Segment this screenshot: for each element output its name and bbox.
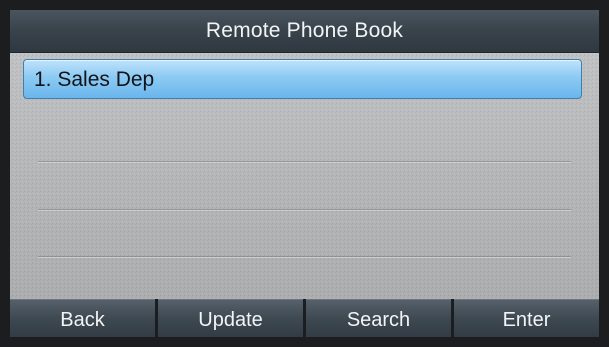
phone-book-list: 1. Sales Dep [10, 53, 599, 293]
list-separator [38, 256, 571, 257]
list-item-sales-dep[interactable]: 1. Sales Dep [23, 59, 582, 99]
back-button[interactable]: Back [10, 299, 155, 337]
phone-screen: Remote Phone Book 1. Sales Dep Back Upda… [10, 10, 599, 337]
phone-bezel: Remote Phone Book 1. Sales Dep Back Upda… [0, 0, 609, 347]
page-title: Remote Phone Book [10, 10, 599, 53]
update-button[interactable]: Update [158, 299, 303, 337]
search-button[interactable]: Search [306, 299, 451, 337]
list-separator [38, 209, 571, 210]
enter-button[interactable]: Enter [454, 299, 599, 337]
list-separator [38, 161, 571, 162]
softkey-bar: Back Update Search Enter [10, 299, 599, 337]
